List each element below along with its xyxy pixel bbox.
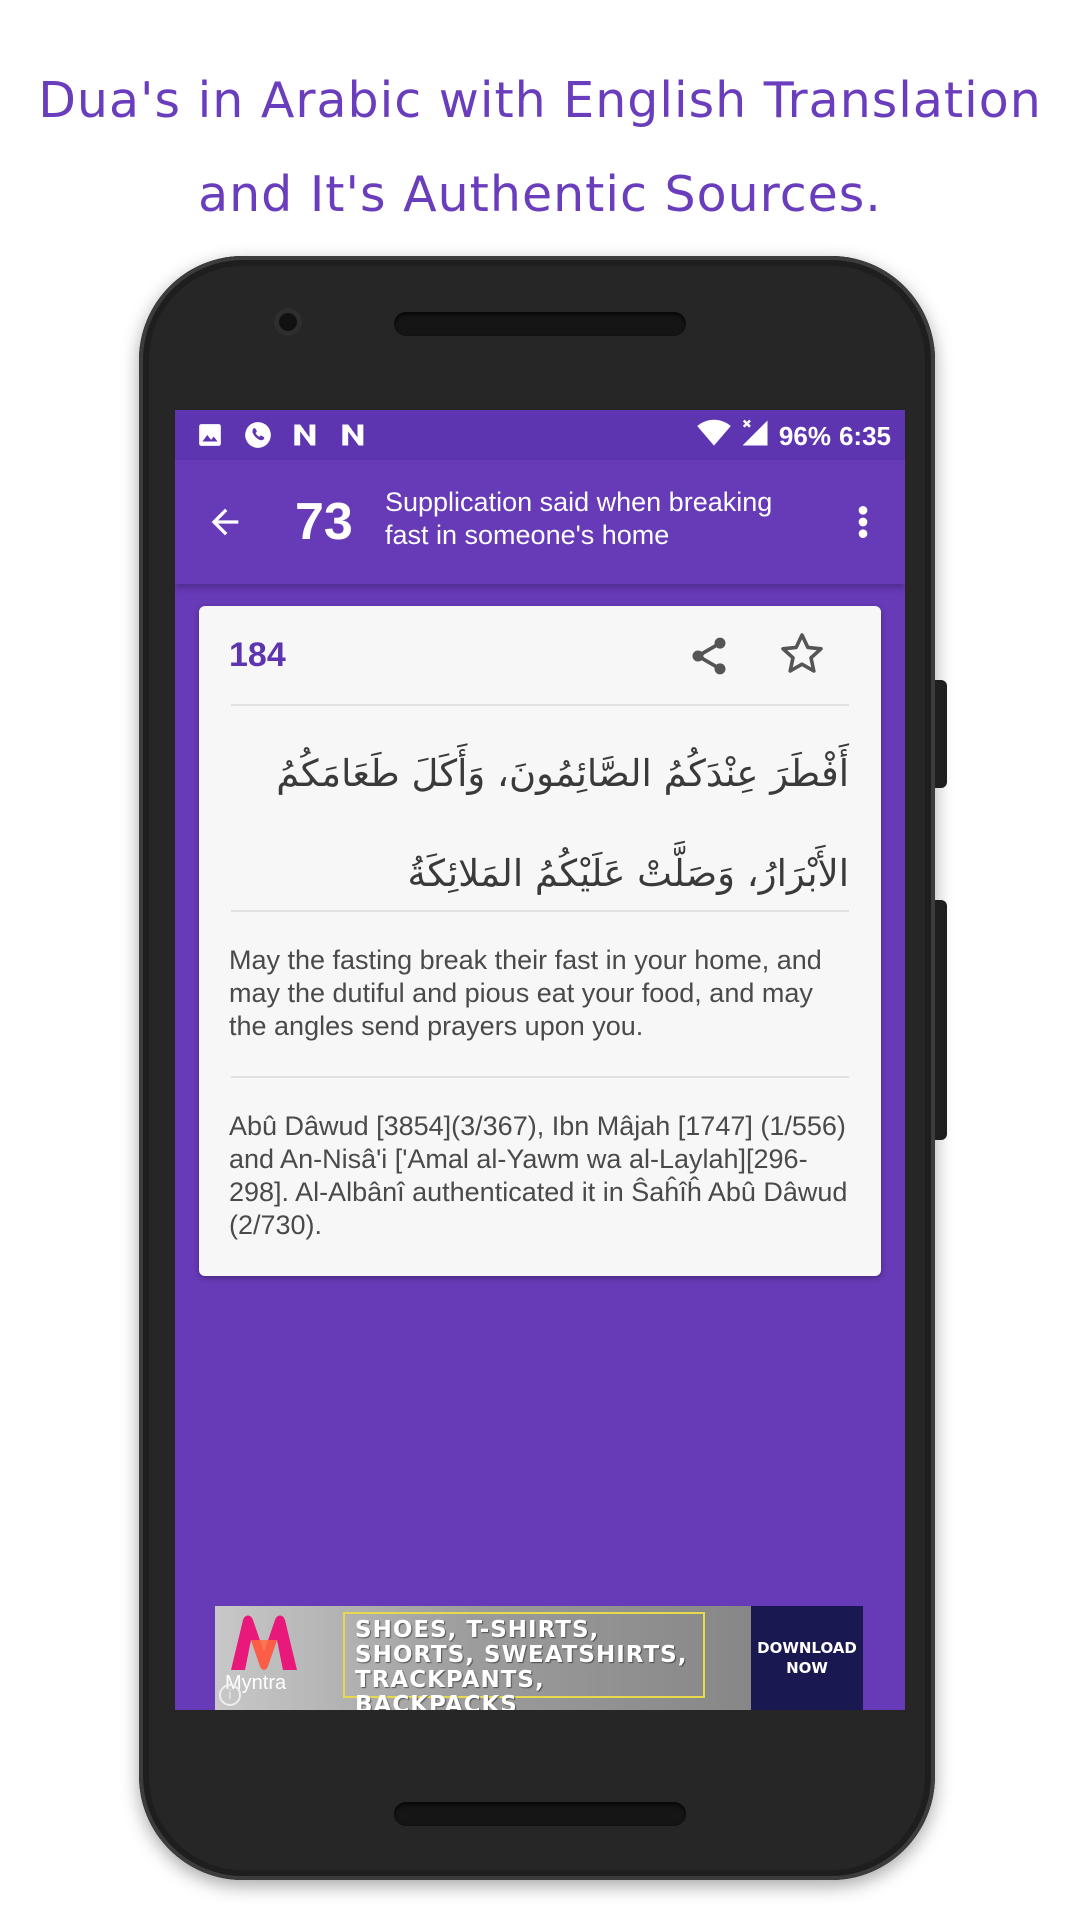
ad-banner[interactable]: Myntra i SHOES, T-SHIRTS, SHORTS, SWEATS… [215,1606,863,1710]
bottom-speaker [394,1802,686,1826]
favorite-star-icon[interactable] [777,630,829,680]
ad-text: SHOES, T-SHIRTS, SHORTS, SWEATSHIRTS, TR… [343,1612,705,1710]
n-icon [339,420,369,450]
app-bar: 73 Supplication said when breaking fast … [175,460,905,584]
arabic-text: أَفْطَرَ عِنْدَكُمُ الصَّائِمُونَ، وَأَك… [276,752,849,895]
ad-info-icon[interactable]: i [219,1684,241,1706]
phone-power-button [935,680,947,788]
status-bar: 96% 6:35 [175,410,905,460]
dua-card: 184 أَفْطَرَ عِنْدَكُمُ الصَّائِمُونَ، و… [199,606,881,1276]
divider [231,910,849,912]
chapter-number: 73 [295,493,353,551]
notification-icons [195,420,369,450]
promo-headline-line1: Dua's in Arabic with English Translation [38,72,1042,129]
english-translation: May the fasting break their fast in your… [229,945,822,1041]
wifi-icon [697,419,731,454]
n-icon [291,420,321,450]
clock: 6:35 [838,421,891,451]
signal-icon [739,418,771,455]
hadith-source: Abû Dâwud [3854](3/367), Ibn Mâjah [1747… [229,1111,848,1240]
ad-logo: Myntra i [215,1606,343,1710]
front-camera [274,308,302,336]
phone-screen: 96% 6:35 73 Supplication said when break… [175,410,905,1710]
myntra-logo-icon [231,1615,297,1670]
battery-level: 96% [778,421,831,451]
dua-number: 184 [229,636,286,674]
share-icon[interactable] [687,634,731,678]
phone-volume-button [935,900,947,1140]
chapter-title: Supplication said when breaking fast in … [385,487,773,550]
phone-icon [243,420,273,450]
more-options-icon[interactable] [851,502,875,542]
ad-download-button[interactable]: DOWNLOAD NOW [751,1606,863,1710]
back-arrow-icon[interactable] [205,502,245,542]
image-icon [195,420,225,450]
divider [231,1076,849,1078]
top-speaker [394,312,686,336]
divider [231,704,849,706]
status-right: 96% 6:35 [697,418,891,455]
promo-headline-line2: and It's Authentic Sources. [198,166,882,223]
